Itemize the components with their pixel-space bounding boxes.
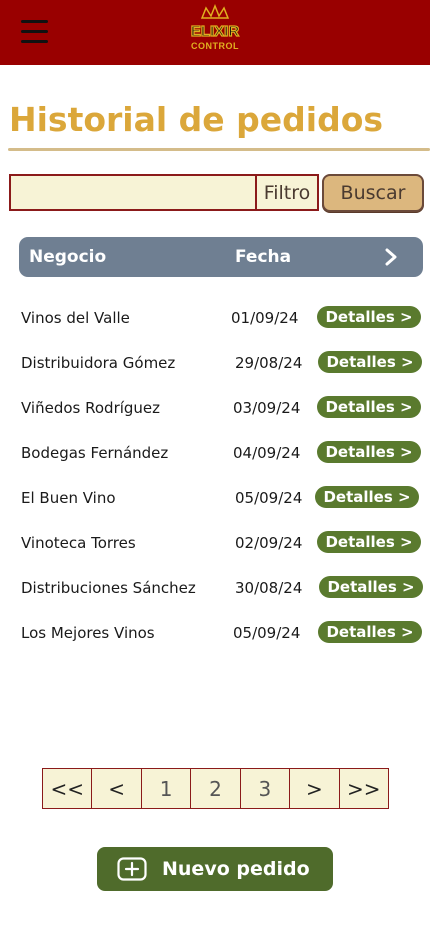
title-underline	[8, 148, 430, 151]
business-name: Vinos del Valle	[21, 309, 130, 327]
new-order-button[interactable]: Nuevo pedido	[97, 847, 333, 891]
search-input[interactable]	[11, 176, 257, 209]
order-date: 02/09/24	[235, 534, 303, 552]
business-name: Vinoteca Torres	[21, 534, 136, 552]
order-date: 05/09/24	[235, 489, 303, 507]
details-button[interactable]: Detalles >	[317, 531, 421, 553]
chevron-right-icon[interactable]	[381, 247, 403, 267]
table-header: Negocio Fecha	[19, 237, 423, 277]
business-name: Distribuidora Gómez	[21, 354, 176, 372]
elixir-control-logo: ELIXIR CONTROL	[184, 3, 246, 56]
order-date: 04/09/24	[233, 444, 301, 462]
hamburger-menu-icon[interactable]	[21, 20, 49, 44]
details-button[interactable]: Detalles >	[317, 396, 421, 418]
top-app-bar: ELIXIR CONTROL	[0, 0, 430, 65]
page-3-button[interactable]: 3	[241, 769, 291, 808]
search-button-label: Buscar	[340, 182, 406, 204]
details-button[interactable]: Detalles >	[317, 306, 421, 328]
table-row: Vinoteca Torres 02/09/24 Detalles >	[0, 525, 430, 570]
previous-page-button[interactable]: <	[92, 769, 142, 808]
table-row: Distribuidora Gómez 29/08/24 Detalles >	[0, 345, 430, 390]
table-row: El Buen Vino 05/09/24 Detalles >	[0, 480, 430, 525]
pagination: << < 1 2 3 > >>	[42, 768, 389, 809]
last-page-button[interactable]: >>	[340, 769, 388, 808]
business-name: Los Mejores Vinos	[21, 624, 155, 642]
business-name: Distribuciones Sánchez	[21, 579, 196, 597]
order-date: 03/09/24	[233, 399, 301, 417]
table-row: Los Mejores Vinos 05/09/24 Detalles >	[0, 615, 430, 660]
crown-logo-icon: ELIXIR	[190, 3, 240, 41]
new-order-label: Nuevo pedido	[162, 858, 310, 880]
logo-subtitle: CONTROL	[191, 41, 239, 51]
details-button[interactable]: Detalles >	[317, 441, 421, 463]
logo-word: ELIXIR	[191, 23, 240, 40]
table-row: Bodegas Fernández 04/09/24 Detalles >	[0, 435, 430, 480]
order-date: 01/09/24	[231, 309, 299, 327]
order-date: 30/08/24	[235, 579, 303, 597]
menu-line	[21, 20, 48, 23]
page-2-button[interactable]: 2	[191, 769, 241, 808]
column-header-negocio: Negocio	[29, 247, 107, 267]
column-header-fecha: Fecha	[235, 247, 292, 267]
page-title: Historial de pedidos	[9, 100, 384, 139]
filter-dropdown[interactable]: Filtro	[257, 176, 317, 209]
plus-square-icon	[117, 857, 147, 881]
menu-line	[21, 30, 48, 33]
page-1-button[interactable]: 1	[142, 769, 192, 808]
table-row: Distribuciones Sánchez 30/08/24 Detalles…	[0, 570, 430, 615]
search-button[interactable]: Buscar	[322, 174, 424, 212]
first-page-button[interactable]: <<	[43, 769, 93, 808]
details-button[interactable]: Detalles >	[315, 486, 419, 508]
order-date: 29/08/24	[235, 354, 303, 372]
details-button[interactable]: Detalles >	[318, 621, 422, 643]
search-box: Filtro	[9, 174, 319, 211]
business-name: Bodegas Fernández	[21, 444, 169, 462]
menu-line	[21, 40, 48, 43]
details-button[interactable]: Detalles >	[319, 576, 423, 598]
table-row: Vinos del Valle 01/09/24 Detalles >	[0, 300, 430, 345]
order-date: 05/09/24	[233, 624, 301, 642]
details-button[interactable]: Detalles >	[318, 351, 422, 373]
business-name: Viñedos Rodríguez	[21, 399, 161, 417]
next-page-button[interactable]: >	[290, 769, 340, 808]
business-name: El Buen Vino	[21, 489, 116, 507]
table-row: Viñedos Rodríguez 03/09/24 Detalles >	[0, 390, 430, 435]
